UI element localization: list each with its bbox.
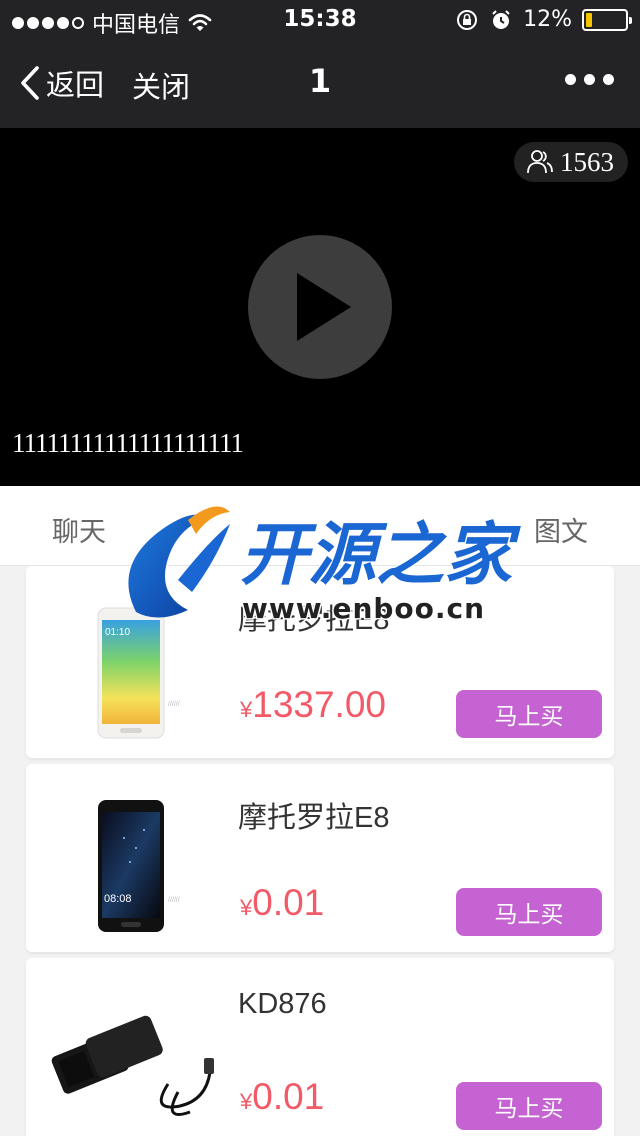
more-dot xyxy=(603,74,614,85)
svg-text://////: ////// xyxy=(168,897,180,904)
play-icon xyxy=(297,273,351,341)
product-image-battery-case xyxy=(51,1015,214,1116)
product-card[interactable]: 08:08 ////// 摩托罗拉E8 ¥0.01 马上买 xyxy=(26,764,614,952)
viewer-count-badge: 1563 xyxy=(514,142,628,182)
rotation-lock-icon xyxy=(457,9,478,30)
product-card[interactable]: 01:10 ////// 摩托罗拉E8 ¥1337.00 马上买 xyxy=(26,566,614,758)
product-price: ¥0.01 xyxy=(240,882,324,924)
alarm-icon xyxy=(492,9,510,29)
tab-article[interactable]: 图文 xyxy=(534,510,588,549)
more-dot xyxy=(584,74,595,85)
users-icon xyxy=(527,150,553,174)
svg-text://////: ////// xyxy=(168,701,180,708)
buy-now-button[interactable]: 马上买 xyxy=(456,690,602,738)
page-title: 1 xyxy=(308,62,332,100)
buy-now-button[interactable]: 马上买 xyxy=(456,1082,602,1130)
product-price: ¥0.01 xyxy=(240,1076,324,1118)
product-name: KD876 xyxy=(238,988,327,1020)
svg-text:08:08: 08:08 xyxy=(104,893,132,905)
product-price: ¥1337.00 xyxy=(240,684,386,726)
product-image-white-phone: 01:10 ////// xyxy=(97,607,180,739)
currency-symbol: ¥ xyxy=(240,1089,253,1114)
play-button[interactable] xyxy=(248,235,392,379)
video-caption: 11111111111111111111 xyxy=(12,428,244,458)
tab-chat[interactable]: 聊天 xyxy=(52,510,106,549)
status-right: 12% xyxy=(455,7,632,32)
more-dot xyxy=(565,74,576,85)
product-name: 摩托罗拉E8 xyxy=(238,604,390,636)
price-value: 1337.00 xyxy=(252,684,386,725)
product-name: 摩托罗拉E8 xyxy=(238,802,390,834)
status-bar: 中国电信 15:38 12% xyxy=(0,0,640,40)
product-list: 01:10 ////// 摩托罗拉E8 ¥1337.00 马上买 08:08 /… xyxy=(0,566,640,1136)
buy-now-button[interactable]: 马上买 xyxy=(456,888,602,936)
viewer-count: 1563 xyxy=(560,146,614,177)
battery-icon xyxy=(582,8,632,31)
price-value: 0.01 xyxy=(252,882,325,923)
product-card[interactable]: KD876 ¥0.01 马上买 xyxy=(26,958,614,1136)
svg-text:01:10: 01:10 xyxy=(105,627,130,638)
more-options-button[interactable] xyxy=(565,74,614,85)
price-value: 0.01 xyxy=(252,1076,325,1117)
product-image-black-phone: 08:08 ////// xyxy=(98,800,180,932)
currency-symbol: ¥ xyxy=(240,697,253,722)
nav-bar: 返回 关闭 1 xyxy=(0,40,640,128)
battery-percent: 12% xyxy=(523,7,572,32)
content-tabs: 聊天 图文 xyxy=(0,486,640,566)
video-player[interactable]: 1563 11111111111111111111 xyxy=(0,128,640,486)
currency-symbol: ¥ xyxy=(240,895,253,920)
